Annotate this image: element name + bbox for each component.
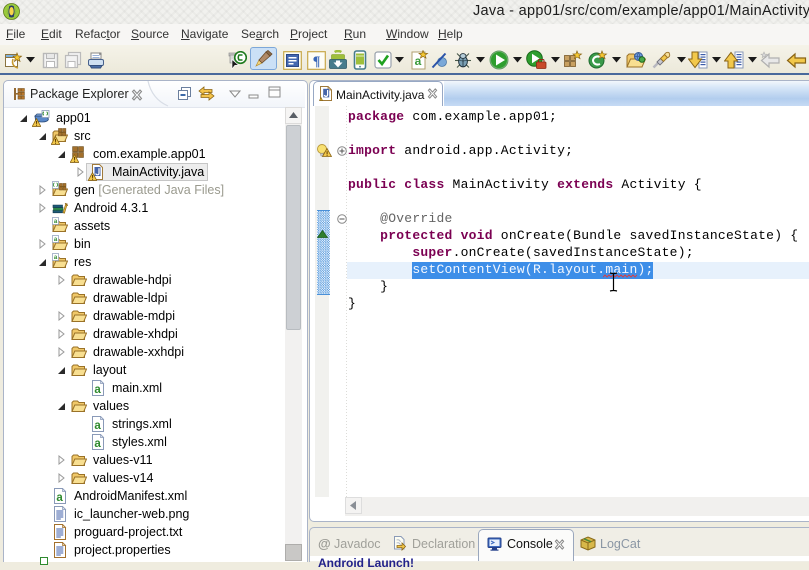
svg-text:a: a — [415, 54, 422, 68]
svg-text:¶: ¶ — [313, 55, 321, 70]
